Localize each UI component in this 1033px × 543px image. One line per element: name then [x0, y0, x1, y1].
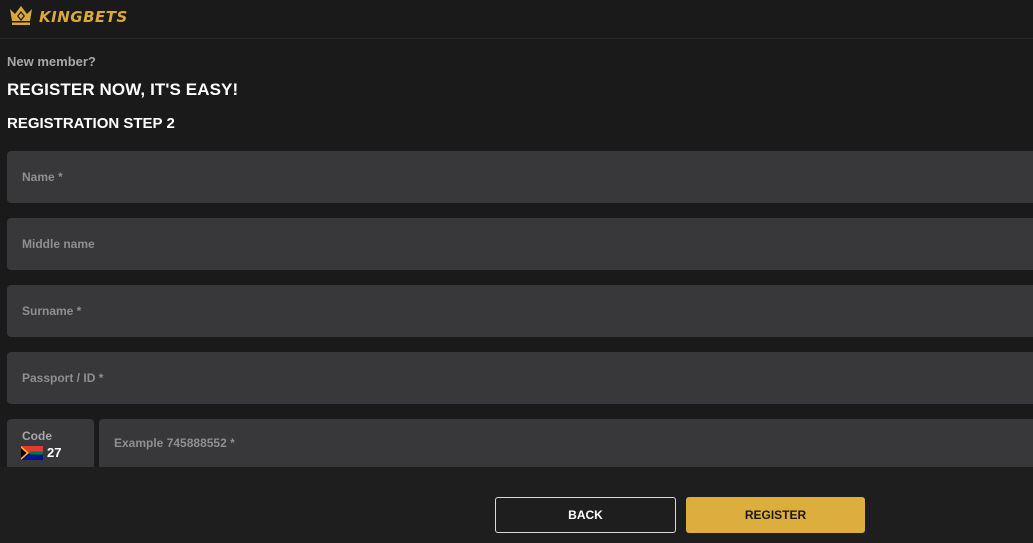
name-field-container — [7, 151, 1033, 203]
middle-name-field-container — [7, 218, 1033, 270]
south-africa-flag-icon — [21, 445, 43, 460]
surname-field-container — [7, 285, 1033, 337]
page-title: REGISTER NOW, IT'S EASY! — [7, 80, 239, 99]
country-code-value: 27 — [47, 445, 62, 460]
back-button[interactable]: BACK — [495, 497, 676, 533]
register-button[interactable]: REGISTER — [686, 497, 865, 533]
country-code-select[interactable]: Code 27 — [7, 419, 94, 467]
new-member-label: New member? — [7, 54, 96, 69]
phone-number-input[interactable] — [99, 419, 1033, 467]
passport-id-input[interactable] — [7, 352, 1033, 404]
top-bar: KINGBETS — [0, 0, 1033, 39]
surname-input[interactable] — [7, 285, 1033, 337]
kingbets-logo[interactable]: KINGBETS — [8, 3, 128, 31]
name-input[interactable] — [7, 151, 1033, 203]
phone-field-container — [99, 419, 1033, 467]
registration-step-title: REGISTRATION STEP 2 — [7, 115, 175, 132]
country-code-value-wrap: 27 — [21, 445, 61, 460]
crown-icon — [8, 3, 34, 32]
passport-field-container — [7, 352, 1033, 404]
logo-text: KINGBETS — [39, 8, 128, 26]
middle-name-input[interactable] — [7, 218, 1033, 270]
country-code-label: Code — [22, 429, 52, 443]
